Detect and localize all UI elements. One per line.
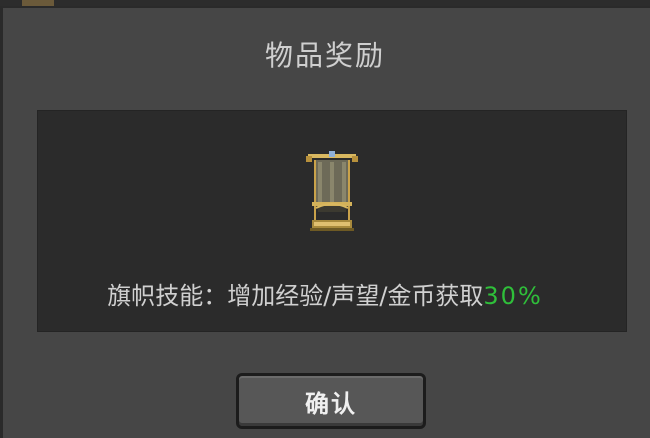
reward-bonus-value: 30%: [483, 282, 543, 310]
confirm-button-label: 确认: [305, 389, 357, 418]
banner-icon: [306, 151, 358, 231]
dialog-title: 物品奖励: [264, 39, 385, 72]
reward-description-text: 旗帜技能：增加经验/声望/金币获取: [107, 282, 484, 310]
confirm-button[interactable]: 确认: [236, 373, 426, 429]
reward-description: 旗帜技能：增加经验/声望/金币获取30%: [0, 276, 650, 311]
